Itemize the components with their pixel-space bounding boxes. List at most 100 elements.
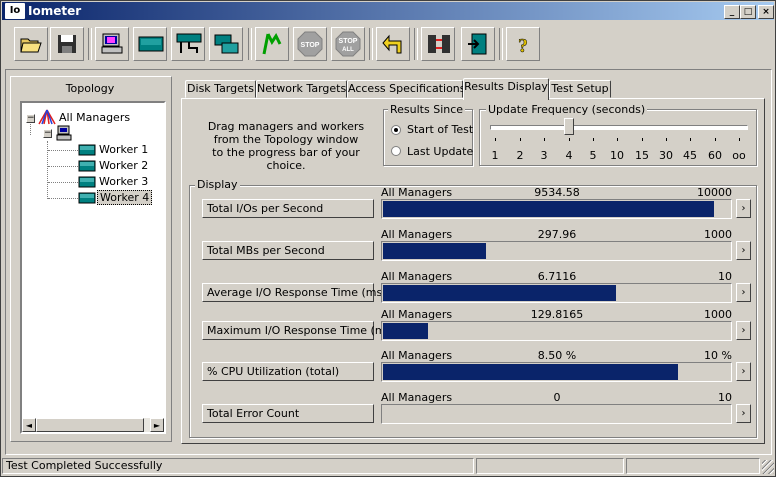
toolbar-separator — [414, 28, 418, 60]
maximize-button[interactable]: □ — [740, 5, 756, 19]
frequency-tick-label: 3 — [540, 149, 548, 162]
metric-expand-button[interactable]: › — [736, 241, 751, 260]
collapse-all-managers-toggle[interactable]: − — [26, 114, 35, 123]
metric-expand-button[interactable]: › — [736, 362, 751, 381]
start-of-test-label[interactable]: Start of Test — [407, 123, 473, 136]
metric-button[interactable]: Total MBs per Second — [202, 241, 374, 260]
scroll-right-button[interactable]: ► — [150, 418, 164, 432]
metric-progress-bar[interactable] — [381, 321, 732, 341]
worker-disk-icon — [78, 176, 96, 188]
metric-button[interactable]: Total I/Os per Second — [202, 199, 374, 218]
metric-value-label: 0 — [553, 391, 561, 404]
start-of-test-radio[interactable] — [391, 125, 401, 135]
tab-disk-targets[interactable]: Disk Targets — [185, 80, 256, 98]
metric-progress-fill — [383, 323, 428, 339]
start-tests-button[interactable] — [255, 27, 289, 61]
results-since-label: Results Since — [388, 103, 466, 116]
metric-progress-bar[interactable] — [381, 199, 732, 219]
metric-expand-button[interactable]: › — [736, 199, 751, 218]
tab-network-targets[interactable]: Network Targets — [256, 80, 347, 98]
start-new-manager-button[interactable] — [95, 27, 129, 61]
metric-source-label: All Managers — [381, 349, 453, 362]
metric-expand-button[interactable]: › — [736, 283, 751, 302]
open-config-button[interactable] — [14, 27, 48, 61]
start-network-worker-button[interactable] — [171, 27, 205, 61]
disconnect-managers-button[interactable] — [421, 27, 455, 61]
frequency-tick-label: oo — [732, 149, 746, 162]
metric-button[interactable]: Maximum I/O Response Time (ms) — [202, 321, 396, 340]
frequency-tick-mark — [739, 138, 740, 141]
frequency-tick-mark — [715, 138, 716, 141]
frequency-slider-thumb[interactable] — [564, 118, 574, 135]
metric-progress-fill — [383, 285, 616, 301]
stop-current-test-button[interactable]: STOP — [293, 27, 327, 61]
tree-worker-3[interactable]: Worker 3 — [99, 175, 148, 188]
status-message: Test Completed Successfully — [2, 458, 474, 474]
metric-button[interactable]: Total Error Count — [202, 404, 374, 423]
stop-sign-icon: STOP — [297, 31, 323, 57]
metric-expand-button[interactable]: › — [736, 321, 751, 340]
frequency-slider-track[interactable] — [490, 125, 748, 130]
tree-line — [48, 166, 78, 167]
tab-access-specifications[interactable]: Access Specifications — [347, 80, 466, 98]
metric-progress-bar[interactable] — [381, 404, 732, 424]
resize-grip[interactable] — [762, 460, 774, 474]
help-question-icon: ? — [518, 35, 529, 56]
toolbar-separator — [499, 28, 503, 60]
metric-source-label: All Managers — [381, 228, 453, 241]
metric-max-label: 10000 — [697, 186, 732, 199]
svg-text:STOP: STOP — [301, 42, 320, 49]
frequency-tick-label: 5 — [589, 149, 597, 162]
abort-all-tests-button[interactable]: STOP ALL — [331, 27, 365, 61]
disk-worker-icon — [138, 36, 164, 52]
metric-button[interactable]: Average I/O Response Time (ms) — [202, 283, 387, 302]
last-update-label[interactable]: Last Update — [407, 145, 473, 158]
title-bar[interactable]: Io Iometer _ □ × — [2, 2, 774, 20]
tree-all-managers[interactable]: All Managers — [59, 111, 130, 124]
metric-source-label: All Managers — [381, 186, 453, 199]
tab-results-display[interactable]: Results Display — [463, 78, 549, 100]
metric-progress-bar[interactable] — [381, 362, 732, 382]
metric-max-label: 10 — [718, 270, 732, 283]
tree-line — [48, 198, 78, 199]
metric-value-label: 6.7116 — [537, 270, 577, 283]
tree-line — [48, 150, 78, 151]
scroll-left-button[interactable]: ◄ — [22, 418, 36, 432]
frequency-tick-mark — [690, 138, 691, 141]
metric-progress-bar[interactable] — [381, 283, 732, 303]
close-button[interactable]: × — [758, 5, 774, 19]
metric-progress-fill — [383, 364, 678, 380]
about-button[interactable]: ? — [506, 27, 540, 61]
minimize-button[interactable]: _ — [724, 5, 740, 19]
start-disk-worker-button[interactable] — [133, 27, 167, 61]
tree-line — [48, 182, 78, 183]
duplicate-worker-button[interactable] — [209, 27, 243, 61]
last-update-radio[interactable] — [391, 146, 401, 156]
tree-worker-4[interactable]: Worker 4 — [97, 190, 153, 205]
reset-workers-button[interactable] — [376, 27, 410, 61]
worker-disk-icon — [78, 192, 96, 204]
disconnect-icon — [428, 35, 450, 53]
frequency-tick-mark — [544, 138, 545, 141]
green-flag-icon — [262, 33, 282, 55]
metric-progress-fill — [383, 201, 714, 217]
metric-expand-button[interactable]: › — [736, 404, 751, 423]
network-worker-icon — [176, 33, 202, 53]
scroll-thumb[interactable] — [36, 418, 144, 432]
tree-worker-1[interactable]: Worker 1 — [99, 143, 148, 156]
tree-worker-2[interactable]: Worker 2 — [99, 159, 148, 172]
all-managers-icon — [38, 109, 56, 125]
instruction-line: Drag managers and workers — [207, 120, 365, 133]
metric-source-label: All Managers — [381, 308, 453, 321]
topology-tree[interactable]: − All Managers − Worker 1 Worker 2 Worke… — [20, 101, 166, 434]
save-config-button[interactable] — [50, 27, 84, 61]
frequency-tick-label: 2 — [516, 149, 524, 162]
svg-text:ALL: ALL — [342, 47, 354, 53]
collapse-manager-toggle[interactable]: − — [43, 129, 52, 138]
tab-test-setup[interactable]: Test Setup — [549, 80, 611, 98]
metric-source-label: All Managers — [381, 270, 453, 283]
metric-button[interactable]: % CPU Utilization (total) — [202, 362, 374, 381]
status-pane — [626, 458, 760, 474]
metric-progress-bar[interactable] — [381, 241, 732, 261]
exit-button[interactable] — [461, 27, 495, 61]
